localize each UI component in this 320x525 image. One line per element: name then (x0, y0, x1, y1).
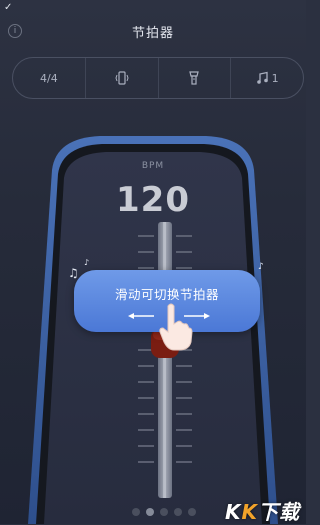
bpm-value[interactable]: 120 (0, 180, 306, 220)
hand-pointer-icon (159, 303, 193, 351)
page-dot[interactable] (160, 508, 168, 516)
page-dot[interactable] (174, 508, 182, 516)
page-dot-active[interactable] (146, 508, 154, 516)
music-note-icon: ♪ (258, 262, 264, 272)
page-dot[interactable] (188, 508, 196, 516)
page-dot[interactable] (132, 508, 140, 516)
page-indicator (132, 508, 196, 516)
watermark-logo: KK下载 (225, 500, 300, 524)
music-note-icon: ♪ (84, 258, 90, 267)
music-note-icon: ♫ (68, 266, 79, 280)
swipe-hint-text: 滑动可切换节拍器 (114, 287, 219, 302)
bpm-label: BPM (141, 161, 165, 171)
arrow-left-icon (128, 313, 154, 319)
metronome-app: ✓ i 节拍器 4/4 1 BPM 120 ♫ ♪ ♪ 滑动可切换节拍器 KK下… (0, 0, 306, 524)
